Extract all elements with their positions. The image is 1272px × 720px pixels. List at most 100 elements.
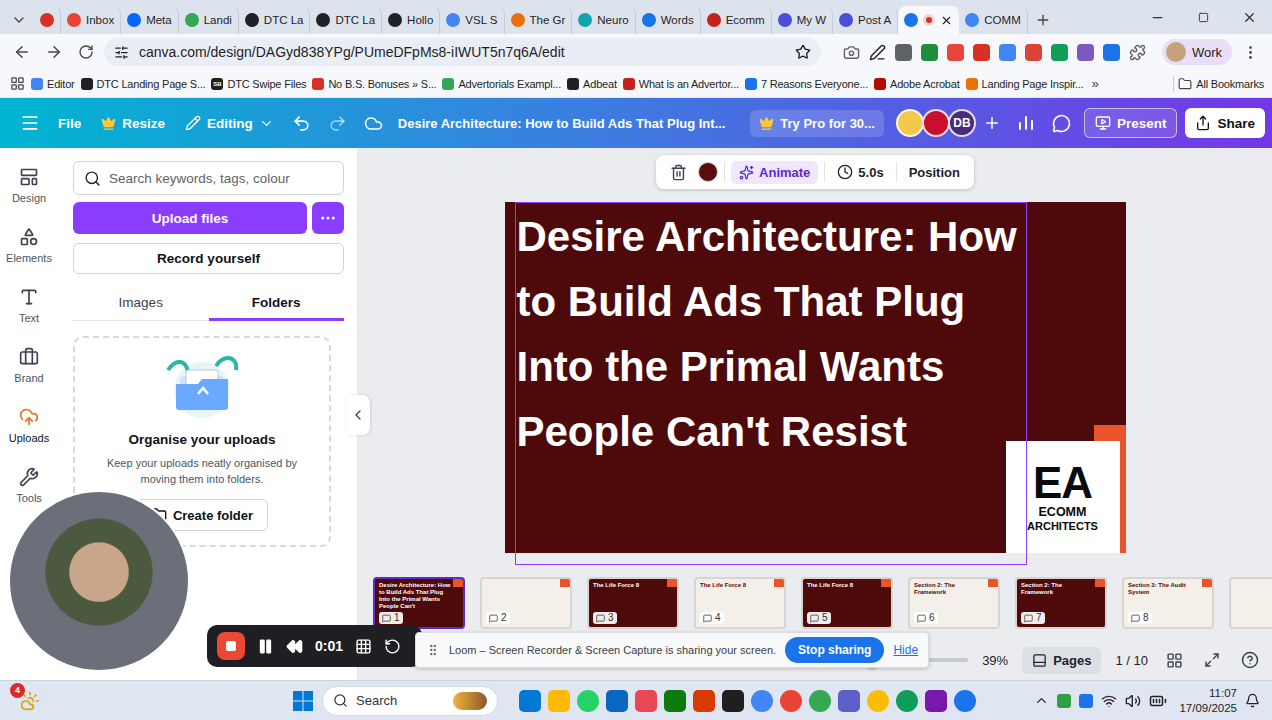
bookmark[interactable]: 7 Reasons Everyone... [745,78,868,90]
panel-tab[interactable]: Folders [209,286,345,321]
site-info-icon[interactable] [114,45,129,60]
app-icon[interactable] [548,690,570,712]
add-collaborator-button[interactable] [978,109,1006,137]
rail-item[interactable]: Elements [0,208,58,268]
pages-button[interactable]: Pages [1022,647,1101,674]
try-pro-button[interactable]: Try Pro for 30... [750,110,884,137]
rail-item[interactable]: Uploads [0,388,58,448]
volume-icon[interactable] [1125,693,1141,709]
app-icon[interactable] [780,690,802,712]
app-icon[interactable] [809,690,831,712]
app-icon[interactable] [867,690,889,712]
profile-button[interactable]: Work [1162,39,1232,65]
bookmark[interactable]: Landing Page Inspir... [966,78,1084,90]
tray-app-icon[interactable] [1057,694,1071,708]
app-icon[interactable] [664,690,686,712]
extension-icon[interactable] [973,44,990,61]
extension-icon[interactable] [999,44,1016,61]
rail-item[interactable]: Tools [0,448,58,508]
camera-icon[interactable] [843,44,860,61]
file-menu[interactable]: File [50,110,89,137]
apps-grid-icon[interactable] [10,76,25,91]
extension-icon[interactable] [1103,44,1120,61]
page-thumbnail[interactable]: The Life Force 84 [694,577,786,629]
back-button[interactable] [8,38,36,66]
hide-link[interactable]: Hide [893,643,918,657]
app-icon[interactable] [722,690,744,712]
page-thumbnail[interactable]: Desire Architecture: How to Build Ads Th… [373,577,465,629]
webcam-video[interactable] [8,490,190,672]
pen-icon[interactable] [869,44,886,61]
extension-icon[interactable] [1025,44,1042,61]
app-icon[interactable] [693,690,715,712]
bookmark[interactable]: SBDTC Swipe Files [211,78,306,90]
redo-button[interactable] [322,107,354,139]
close-tab-icon[interactable] [940,14,953,27]
chevron-up-icon[interactable] [1034,693,1049,708]
puzzle-icon[interactable] [1129,44,1146,61]
delete-button[interactable] [664,158,692,186]
undo-button[interactable] [286,107,318,139]
bookmark[interactable]: What is an Advertor... [623,78,739,90]
stop-sharing-button[interactable]: Stop sharing [785,637,884,663]
bookmark[interactable]: DTC Landing Page S... [81,78,206,90]
grip-icon[interactable] [426,643,440,657]
page-thumbnail[interactable]: Section 3: The Audit System8 [1122,577,1214,629]
page-thumbnail[interactable]: 2 [480,577,572,629]
clock[interactable]: 11:0717/09/2025 [1179,686,1237,716]
grid-view-button[interactable] [1162,648,1186,672]
browser-tab[interactable]: The Gr [505,6,573,34]
share-button[interactable]: Share [1185,108,1265,138]
extension-icon[interactable] [921,44,938,61]
collaborator-avatar[interactable] [922,109,950,137]
animate-button[interactable]: Animate [731,161,818,184]
restart-icon[interactable] [384,638,401,655]
minimize-button[interactable] [1134,0,1180,34]
all-bookmarks[interactable]: All Bookmarks [1173,76,1264,92]
close-window-button[interactable] [1226,0,1272,34]
zoom-value[interactable]: 39% [982,653,1008,668]
browser-tab[interactable]: Inbox [61,6,121,34]
browser-tab[interactable] [898,6,959,34]
page-thumbnail[interactable] [1229,577,1272,629]
page-thumbnail[interactable]: The Life Force 85 [801,577,893,629]
browser-tab[interactable] [34,6,61,34]
upload-files-button[interactable]: Upload files [73,202,307,234]
slide[interactable]: Desire Architecture: How to Build Ads Th… [505,202,1126,553]
comments-button[interactable] [1046,107,1078,139]
bookmark[interactable]: Adbeat [567,78,617,90]
browser-tab[interactable]: Ecomm [701,6,772,34]
app-icon[interactable] [954,690,976,712]
battery-icon[interactable] [1149,692,1167,710]
bookmark[interactable]: No B.S. Bonuses » S... [312,78,436,90]
panel-tab[interactable]: Images [73,286,209,321]
tab-search-button[interactable] [4,6,34,34]
bookmark[interactable]: Editor [31,78,75,90]
new-tab-button[interactable] [1028,6,1058,34]
browser-tab[interactable]: My W [772,6,833,34]
rail-item[interactable]: Brand [0,328,58,388]
position-button[interactable]: Position [903,161,966,184]
slide-title[interactable]: Desire Architecture: How to Build Ads Th… [505,202,1027,464]
search-field[interactable]: Search keywords, tags, colour [73,161,344,195]
collaborator-avatar[interactable] [896,109,924,137]
collapse-panel-button[interactable] [346,395,370,435]
app-icon[interactable] [751,690,773,712]
rewind-icon[interactable] [286,638,303,655]
browser-tab[interactable]: VSL S [440,6,504,34]
extension-icon[interactable] [1051,44,1068,61]
browser-tab[interactable]: COMM [959,6,1027,34]
browser-tab[interactable]: Words [636,6,701,34]
document-title[interactable]: Desire Architecture: How to Build Ads Th… [398,116,726,131]
help-button[interactable] [1238,648,1262,672]
app-icon[interactable] [606,690,628,712]
app-icon[interactable] [896,690,918,712]
page-thumbnail[interactable]: Section 2: The Framework7 [1015,577,1107,629]
wifi-icon[interactable] [1101,693,1117,709]
browser-menu-button[interactable] [1236,38,1264,66]
browser-tab[interactable]: Neuro [572,6,635,34]
browser-tab[interactable]: Meta [121,6,179,34]
app-icon[interactable] [577,690,599,712]
resize-button[interactable]: Resize [93,110,173,137]
browser-tab[interactable]: DTC La [310,6,382,34]
